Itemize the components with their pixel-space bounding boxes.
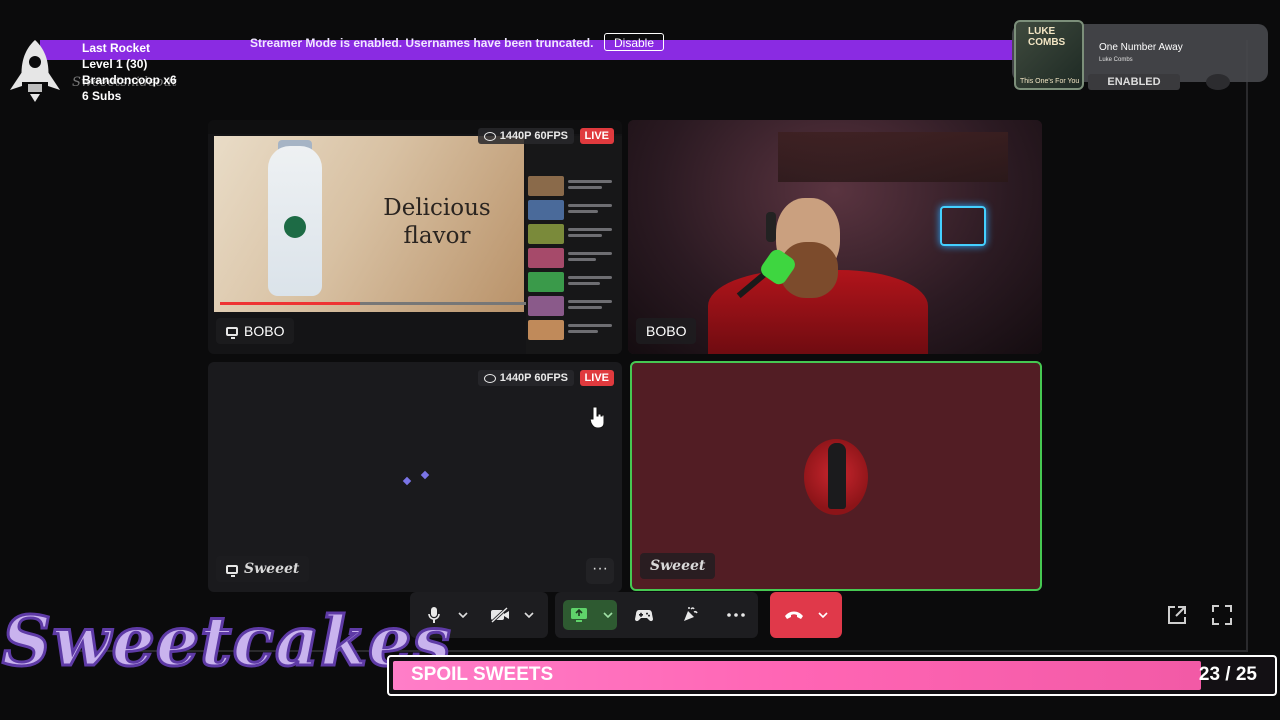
soundboard-icon xyxy=(684,607,698,621)
screen-share-icon xyxy=(571,608,587,622)
brand-logo-text: Sweetcakes xyxy=(1,601,453,684)
soundboard-button[interactable] xyxy=(675,600,705,630)
more-actions-button[interactable] xyxy=(721,600,751,630)
hang-up-icon xyxy=(785,611,803,619)
avatar-figure xyxy=(828,443,846,509)
rocket-title: Last Rocket xyxy=(82,41,151,55)
gamepad-icon xyxy=(635,610,653,622)
camera-off-button[interactable] xyxy=(485,600,515,630)
disable-streamer-mode-button[interactable]: Disable xyxy=(604,33,665,51)
rocket-user: Brandoncoop x6 xyxy=(82,73,177,87)
live-badge: LIVE xyxy=(579,128,614,144)
participant-name: BOBO xyxy=(244,323,285,339)
quality-badge: 1440P 60FPS xyxy=(477,128,574,144)
video-progress-bar[interactable] xyxy=(220,302,530,305)
loading-indicator xyxy=(402,468,432,488)
avatar-tile-sweeet[interactable]: Sweeet xyxy=(630,361,1042,591)
streamer-mode-text: Streamer Mode is enabled. Usernames have… xyxy=(250,36,594,50)
screen-share-tile-bobo[interactable]: Delicious flavor 1440P 60FPS LIVE BOBO xyxy=(208,120,622,354)
participant-name: Sweeet xyxy=(244,561,300,577)
monitor-icon xyxy=(226,326,238,339)
chat-bubble-icon[interactable] xyxy=(1206,74,1230,90)
sub-goal-bar: SPOIL SWEETS 23 / 25 xyxy=(387,655,1277,696)
live-badge: LIVE xyxy=(579,370,614,386)
video-caption-line1: Delicious xyxy=(383,195,491,221)
goal-count: 23 / 25 xyxy=(1198,664,1257,685)
more-options-button[interactable]: ··· xyxy=(586,558,614,584)
participant-name: Sweeet xyxy=(650,558,706,574)
screen-share-tile-sweeet[interactable]: 1440P 60FPS LIVE Sweeet ··· xyxy=(208,362,622,592)
avatar xyxy=(804,439,868,515)
chevron-down-icon[interactable] xyxy=(602,600,614,630)
rocket-icon xyxy=(10,40,60,102)
rocket-subs: 6 Subs xyxy=(82,89,122,103)
background-shelf xyxy=(778,132,1008,182)
activity-controls xyxy=(555,592,758,638)
goal-label: SPOIL SWEETS xyxy=(411,664,554,685)
album-art: LUKE COMBS This One's For You xyxy=(1014,20,1084,90)
camera-off-icon xyxy=(490,607,509,623)
monitor-icon xyxy=(226,564,238,577)
neon-sign xyxy=(940,206,986,246)
participant-name-tag: BOBO xyxy=(216,318,295,344)
eye-icon xyxy=(483,373,496,383)
chevron-down-icon[interactable] xyxy=(523,600,535,630)
enabled-badge: ENABLED xyxy=(1088,74,1180,90)
camera-tile-bobo[interactable]: BOBO xyxy=(628,120,1042,354)
fullscreen-icon[interactable] xyxy=(1211,604,1233,626)
popout-icon[interactable] xyxy=(1166,604,1188,626)
quality-badge: 1440P 60FPS xyxy=(477,370,574,386)
screen-share-button[interactable] xyxy=(564,600,594,630)
participant-name-tag: Sweeet xyxy=(640,553,716,579)
participant-name-tag: Sweeet xyxy=(216,556,310,582)
song-title: One Number Away xyxy=(1099,42,1183,53)
chevron-down-icon[interactable] xyxy=(817,600,829,630)
video-caption-line2: flavor xyxy=(403,223,471,249)
quality-text: 1440P 60FPS xyxy=(499,372,568,384)
song-artist: Luke Combs xyxy=(1099,57,1133,63)
disconnect-button[interactable] xyxy=(779,600,809,630)
hand-cursor-icon xyxy=(590,406,604,428)
album-art-subtitle: This One's For You xyxy=(1020,78,1080,85)
frame-divider xyxy=(1246,40,1248,650)
rocket-level: Level 1 (30) xyxy=(82,57,148,71)
recommended-list xyxy=(526,136,622,354)
more-icon xyxy=(727,613,745,617)
rocket-alert-stats: Last Rocket Level 1 (30) Brandoncoop x6 … xyxy=(82,40,177,104)
participant-name: BOBO xyxy=(646,323,687,339)
album-art-label: LUKE COMBS xyxy=(1028,26,1066,48)
quality-text: 1440P 60FPS xyxy=(499,130,568,142)
eye-icon xyxy=(483,131,496,141)
activities-button[interactable] xyxy=(629,600,659,630)
chevron-down-icon[interactable] xyxy=(457,600,469,630)
video-caption: Delicious flavor xyxy=(372,194,502,250)
video-player[interactable]: Delicious flavor xyxy=(214,136,530,312)
disconnect-controls xyxy=(770,592,842,638)
brand-logo xyxy=(284,216,306,238)
headphones xyxy=(766,212,776,242)
participant-name-tag: BOBO xyxy=(636,318,697,344)
